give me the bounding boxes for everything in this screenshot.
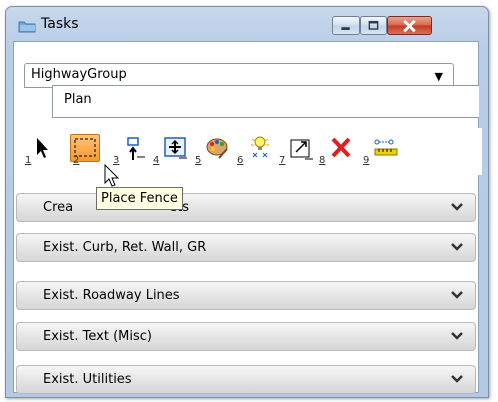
category-exist-roadway-lines[interactable]: Exist. Roadway Lines [16, 281, 476, 310]
palette-icon [206, 138, 228, 159]
mouse-cursor-icon [104, 164, 120, 187]
tool-3-element-selection[interactable]: 3 [111, 134, 151, 168]
tooltip-place-fence: Place Fence [96, 187, 183, 210]
maximize-button[interactable] [360, 16, 387, 35]
move-icon [164, 137, 187, 159]
chevron-down-icon [451, 243, 463, 251]
category-label: Exist. Curb, Ret. Wall, GR [43, 240, 207, 255]
tool-1-selection[interactable]: 1 [23, 134, 63, 168]
category-exist-curb-ret-wall-gr[interactable]: Exist. Curb, Ret. Wall, GR [16, 233, 476, 262]
minimize-button[interactable] [332, 16, 360, 35]
chevron-down-icon [451, 203, 463, 211]
tool-7-scale[interactable]: 7 [277, 134, 317, 168]
tool-number: 7 [279, 155, 286, 166]
tool-number: 2 [73, 155, 80, 166]
tool-4-move[interactable]: 4 [151, 134, 191, 168]
chevron-down-icon [451, 375, 463, 383]
tool-8-delete[interactable]: 8 [317, 134, 357, 168]
group-selector-value: HighwayGroup [31, 67, 127, 82]
tool-2-place-fence[interactable]: 2 [63, 134, 103, 168]
tool-9-measure[interactable]: 9 [361, 134, 401, 168]
chevron-down-icon [451, 332, 463, 340]
category-exist-utilities[interactable]: Exist. Utilities [16, 365, 476, 394]
task-tab-plan[interactable]: Plan [52, 85, 479, 118]
category-label: Exist. Text (Misc) [43, 329, 152, 344]
dropdown-arrow-icon: ▼ [434, 70, 443, 83]
close-icon [403, 19, 416, 33]
chevron-down-icon [451, 291, 463, 299]
task-tab-label: Plan [64, 92, 92, 107]
close-button[interactable] [387, 16, 432, 35]
minimize-icon [341, 27, 350, 30]
category-exist-text-misc[interactable]: Exist. Text (Misc) [16, 322, 476, 351]
selection-arrow-icon [37, 138, 48, 158]
title-bar[interactable]: Tasks [6, 7, 488, 41]
maximize-icon [368, 20, 379, 30]
measure-icon [374, 139, 398, 156]
tool-number: 6 [237, 155, 244, 166]
tool-number: 4 [153, 155, 160, 166]
category-create[interactable]: Creaets [16, 193, 476, 222]
tool-number: 1 [25, 155, 32, 166]
delete-icon [331, 137, 351, 158]
scale-icon [290, 139, 313, 160]
category-label: Exist. Utilities [43, 372, 132, 387]
element-selection-icon [127, 137, 145, 160]
tasks-folder-icon [18, 21, 36, 33]
tool-number: 5 [195, 155, 202, 166]
tool-number: 9 [363, 155, 370, 166]
lightbulb-icon [251, 136, 269, 158]
window-title: Tasks [41, 16, 79, 32]
tool-6-lightbulb[interactable]: 6 [235, 134, 275, 168]
task-toolbar: 1 2 3 4 5 6 7 8 9 [21, 128, 482, 175]
tool-number: 8 [319, 155, 326, 166]
category-label: Exist. Roadway Lines [43, 288, 180, 303]
tool-5-palette[interactable]: 5 [193, 134, 233, 168]
